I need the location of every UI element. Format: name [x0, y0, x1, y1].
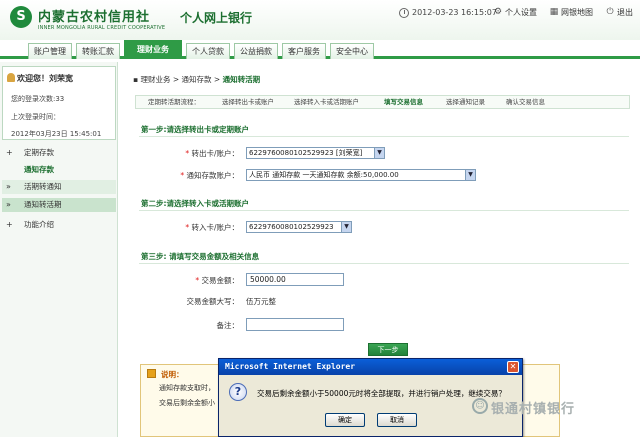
- welcome-box: 欢迎您！刘荣宽 您的登录次数:33 上次登录时间： 2012年03月23日 15…: [2, 66, 116, 140]
- step-item: 选择转出卡或账户: [222, 98, 274, 106]
- step-item-current: 填写交易信息: [384, 98, 423, 106]
- tab-account-management[interactable]: 账户管理: [28, 43, 72, 59]
- sitemap-link[interactable]: 网银地图: [561, 7, 593, 18]
- arrow-icon: »: [6, 200, 11, 209]
- close-icon[interactable]: ✕: [507, 361, 519, 373]
- amount-uppercase-label: 交易金额大写：: [186, 297, 240, 306]
- amount-label: * 交易金额：: [195, 276, 239, 285]
- step-item: 选择转入卡或活期账户: [294, 98, 359, 106]
- breadcrumb-sep: >: [170, 75, 182, 84]
- sitemap-icon[interactable]: ▦: [549, 7, 559, 17]
- chevron-down-icon: ▼: [465, 170, 475, 180]
- step1-title: 第一步:请选择转出卡或定期账户: [141, 125, 249, 134]
- tab-security-center[interactable]: 安全中心: [330, 43, 374, 59]
- tab-transfer[interactable]: 转账汇款: [76, 43, 120, 59]
- breadcrumb-sep: >: [211, 75, 223, 84]
- chevron-down-icon: ▼: [341, 222, 351, 232]
- tab-wealth-management[interactable]: 理财业务: [124, 40, 182, 59]
- tab-personal-loan[interactable]: 个人贷款: [186, 43, 230, 59]
- sidebar-item-label: 功能介绍: [24, 220, 54, 229]
- logout-link[interactable]: 退出: [617, 7, 633, 18]
- dialog-message: 交易后剩余金额小于50000元时将全部提取，并进行销户处理，继续交易？: [257, 389, 506, 398]
- bank-logo-en: INNER MONGOLIA RURAL CREDIT COOPERATIVE: [38, 25, 166, 31]
- step-label: 定期转活期流程：: [148, 98, 200, 106]
- cancel-button[interactable]: 取消: [377, 413, 417, 427]
- note-input[interactable]: [246, 318, 344, 331]
- select-value: 6229760080102529923: [249, 223, 334, 231]
- sidebar-item-label: 通知转活期: [24, 200, 62, 209]
- notice-line: 通知存款支取时，: [159, 384, 215, 392]
- question-icon: ?: [229, 383, 247, 401]
- sidebar: 欢迎您！刘荣宽 您的登录次数:33 上次登录时间： 2012年03月23日 15…: [0, 62, 118, 437]
- step-item: 选择通知记录: [446, 98, 485, 106]
- notice-account-select[interactable]: 人民币 通知存款 一天通知存款 余额:50,000.00 ▼: [246, 169, 476, 181]
- bank-logo-cn: 内蒙古农村信用社: [38, 10, 151, 25]
- step3-title: 第三步: 请填写交易金额及相关信息: [141, 252, 260, 261]
- amount-uppercase-value: 伍万元整: [246, 297, 276, 306]
- notice-icon: [147, 369, 156, 378]
- step-item: 确认交易信息: [506, 98, 545, 106]
- arrow-icon: »: [6, 182, 11, 191]
- amount-input[interactable]: 50000.00: [246, 273, 344, 286]
- sidebar-item-notice-to-demand[interactable]: » 通知转活期: [2, 198, 116, 212]
- dialog-title: Microsoft Internet Explorer: [225, 362, 356, 371]
- personal-settings-link[interactable]: 个人设置: [505, 7, 537, 18]
- sidebar-item-label: 活期转通知: [24, 182, 62, 191]
- expand-icon: +: [6, 220, 13, 229]
- breadcrumb-part[interactable]: 理财业务: [140, 75, 170, 84]
- watermark-text: 银通村镇银行: [491, 402, 576, 417]
- header: S 内蒙古农村信用社 INNER MONGOLIA RURAL CREDIT C…: [0, 0, 640, 40]
- logout-icon[interactable]: ⏻: [605, 7, 615, 17]
- sidebar-item-fixed-deposit[interactable]: + 定期存款: [2, 146, 116, 160]
- divider: [139, 263, 629, 264]
- sidebar-item-feature-intro[interactable]: + 功能介绍: [2, 218, 116, 232]
- source-card-select[interactable]: 6229760080102529923 [刘荣宽] ▼: [246, 147, 385, 159]
- tab-customer-service[interactable]: 客户服务: [282, 43, 326, 59]
- user-settings-icon[interactable]: ⚙: [493, 7, 503, 17]
- select-value: 人民币 通知存款 一天通知存款 余额:50,000.00: [249, 171, 399, 179]
- step2-title: 第二步:请选择转入卡或活期账户: [141, 199, 249, 208]
- select-value: 6229760080102529923 [刘荣宽]: [249, 149, 363, 157]
- clock-icon: [399, 8, 409, 18]
- note-label: 备注：: [216, 321, 240, 330]
- chevron-down-icon: ▼: [374, 148, 384, 158]
- breadcrumb: ▪ 理财业务 > 通知存款 > 通知转活期: [133, 74, 260, 85]
- notice-line: 交易后剩余金额小: [159, 399, 215, 407]
- target-card-select[interactable]: 6229760080102529923 ▼: [246, 221, 352, 233]
- ok-button[interactable]: 确定: [325, 413, 365, 427]
- sidebar-item-label: 通知存款: [24, 165, 54, 174]
- tab-charity-donation[interactable]: 公益捐款: [234, 43, 278, 59]
- notice-account-label: * 通知存款账户：: [180, 171, 239, 180]
- divider: [139, 210, 629, 211]
- next-step-button[interactable]: 下一步: [368, 343, 408, 356]
- last-login-time: 2012年03月23日 15:45:01: [11, 130, 102, 138]
- notice-title: 说明：: [161, 370, 184, 379]
- current-datetime: 2012-03-23 16:15:07: [412, 8, 497, 17]
- welcome-text: 欢迎您！刘荣宽: [17, 74, 73, 83]
- source-card-label: * 转出卡/账户：: [185, 149, 239, 158]
- site-title: 个人网上银行: [180, 11, 253, 25]
- breadcrumb-part[interactable]: 通知存款: [182, 75, 212, 84]
- last-login-label: 上次登录时间：: [11, 113, 60, 121]
- dialog-titlebar[interactable]: Microsoft Internet Explorer ✕: [219, 359, 522, 375]
- breadcrumb-current: 通知转活期: [222, 75, 261, 84]
- bank-logo-icon: S: [10, 6, 32, 28]
- divider: [139, 136, 629, 137]
- main-nav: 账户管理 转账汇款 理财业务 个人贷款 公益捐款 客户服务 安全中心: [0, 40, 640, 59]
- expand-icon: +: [6, 148, 13, 157]
- target-card-label: * 转入卡/账户：: [185, 223, 239, 232]
- sidebar-item-demand-to-notice[interactable]: » 活期转通知: [2, 180, 116, 194]
- user-icon: [7, 73, 15, 82]
- wechat-watermark-icon: ☺: [472, 398, 488, 414]
- process-steps: 定期转活期流程： 选择转出卡或账户 选择转入卡或活期账户 填写交易信息 选择通知…: [135, 95, 630, 109]
- sidebar-item-label: 定期存款: [24, 148, 54, 157]
- login-count: 您的登录次数:33: [11, 95, 65, 103]
- sidebar-item-notice-deposit[interactable]: 通知存款: [2, 163, 116, 177]
